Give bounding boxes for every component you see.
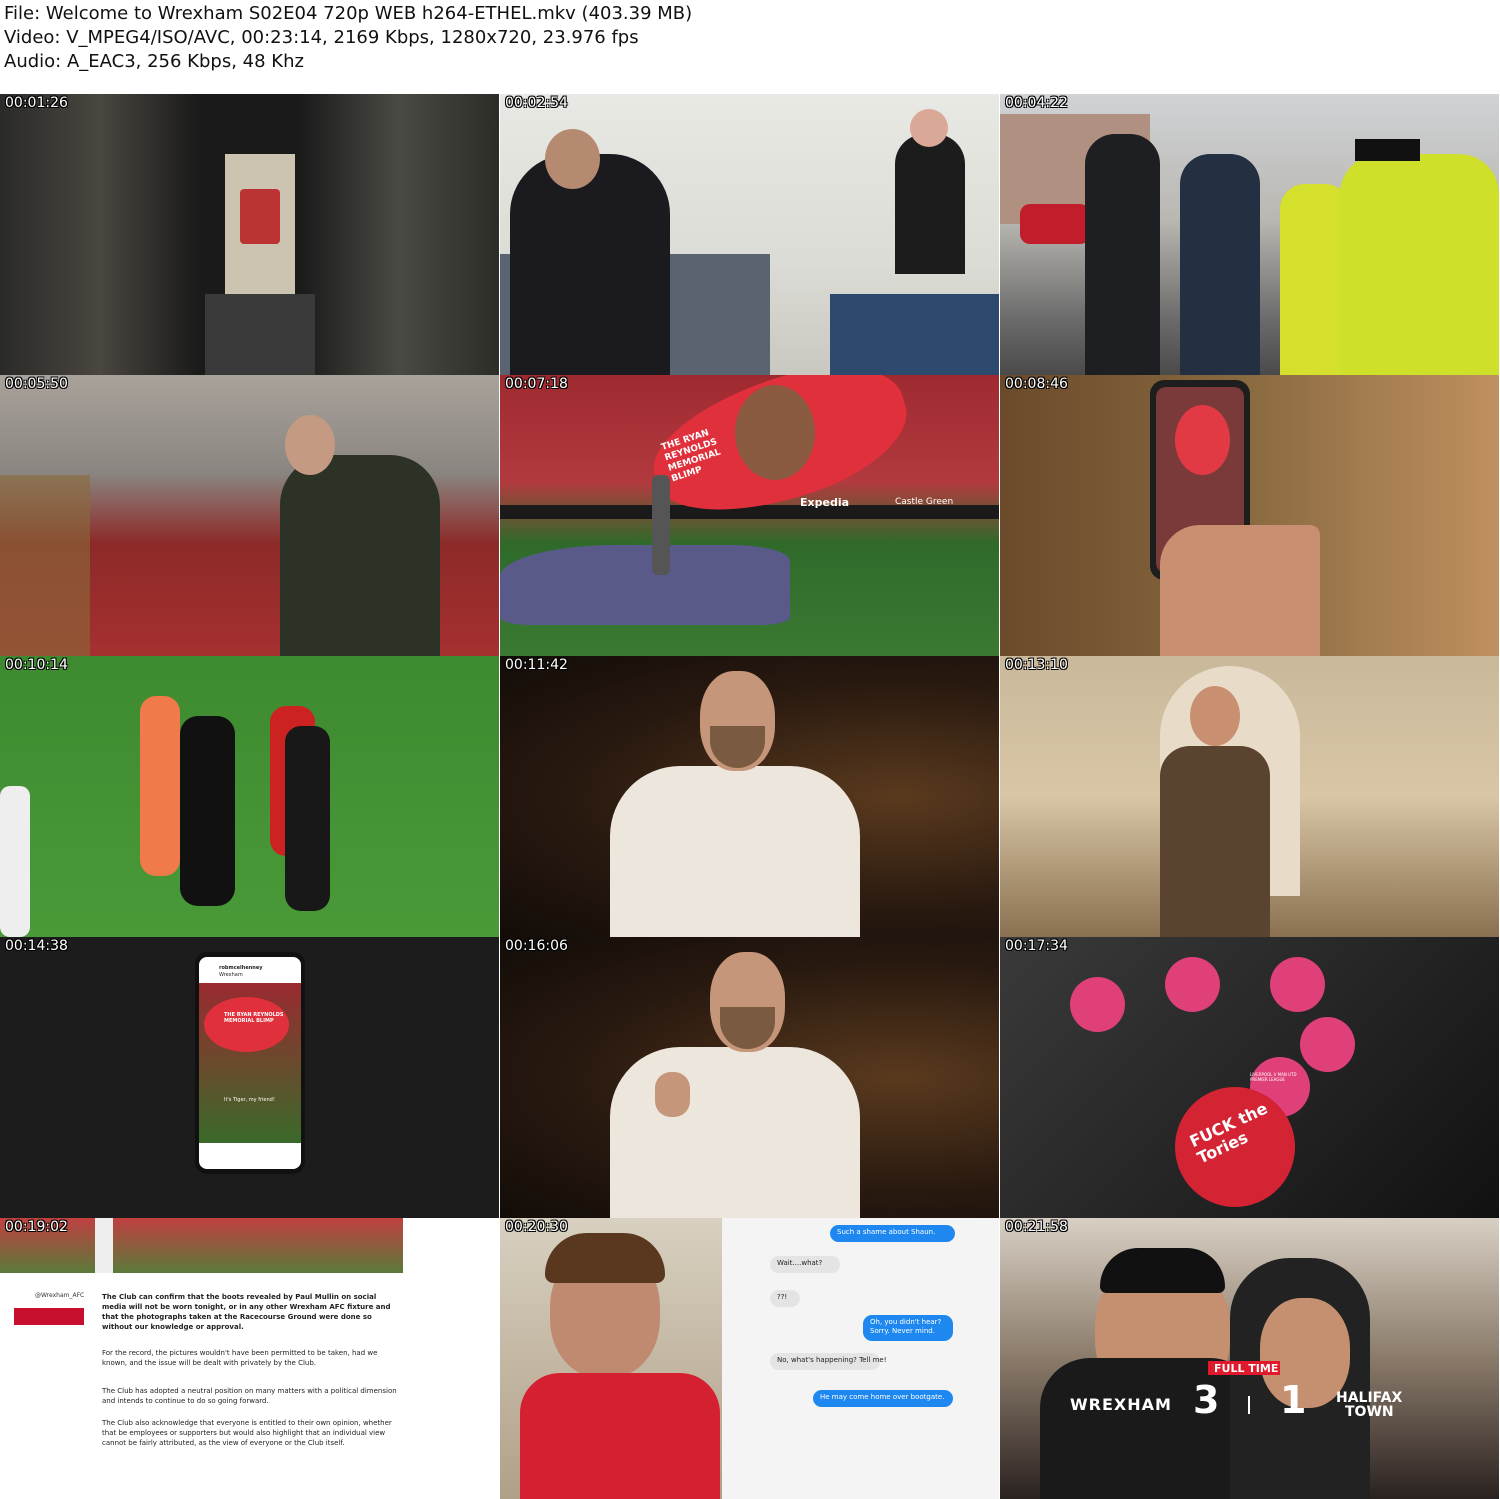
thumbnail-3[interactable]: 00:04:22 <box>1000 94 1499 375</box>
audio-line: Audio: A_EAC3, 256 Kbps, 48 Khz <box>4 51 304 72</box>
statement-para-3: The Club has adopted a neutral position … <box>102 1387 397 1405</box>
phone-in-hand-scene <box>1000 375 1499 656</box>
thumbnail-15[interactable]: FULL TIME WREXHAM 3 1 HALIFAX TOWN 00:21… <box>1000 1218 1499 1499</box>
interview-wave-scene <box>500 937 999 1218</box>
instagram-post-scene: robmcelhenney Wrexham THE RYAN REYNOLDS … <box>0 937 499 1218</box>
pin-text: LIVERPOOL V MAN UTD PREMIER LEAGUE <box>1250 1072 1297 1082</box>
thumbnail-12[interactable]: FUCK the Tories LIVERPOOL V MAN UTD PREM… <box>1000 937 1499 1218</box>
timestamp: 00:05:50 <box>5 376 68 392</box>
statement-para-4: The Club also acknowledge that everyone … <box>102 1419 392 1447</box>
post-location: Wrexham <box>219 972 243 978</box>
timestamp: 00:16:06 <box>505 938 568 954</box>
message-6: He may come home over bootgate. <box>820 1393 945 1401</box>
thumbnail-10[interactable]: robmcelhenney Wrexham THE RYAN REYNOLDS … <box>0 937 499 1218</box>
home-score: 3 <box>1193 1378 1220 1422</box>
messages-scene: Such a shame about Shaun. Wait....what? … <box>500 1218 999 1499</box>
thumbnail-9[interactable]: 00:13:10 <box>1000 656 1499 937</box>
timestamp: 00:04:22 <box>1005 95 1068 111</box>
thumbnail-5[interactable]: THE RYAN REYNOLDS MEMORIAL BLIMP Expedia… <box>500 375 999 656</box>
coin-toss-pitch-scene <box>0 656 499 937</box>
video-line: Video: V_MPEG4/ISO/AVC, 00:23:14, 2169 K… <box>4 27 639 48</box>
thumbnail-13[interactable]: @Wrexham_AFC The Club can confirm that t… <box>0 1218 499 1499</box>
thumbnail-4[interactable]: 00:05:50 <box>0 375 499 656</box>
timestamp: 00:14:38 <box>5 938 68 954</box>
full-time-label: FULL TIME <box>1214 1362 1279 1375</box>
full-time-score-scene: FULL TIME WREXHAM 3 1 HALIFAX TOWN <box>1000 1218 1499 1499</box>
phone-call-scene <box>1000 656 1499 937</box>
corridor-scene <box>0 94 499 375</box>
thumbnail-8[interactable]: 00:11:42 <box>500 656 999 937</box>
message-2: Wait....what? <box>777 1259 823 1267</box>
timestamp: 00:01:26 <box>5 95 68 111</box>
street-police-scene <box>1000 94 1499 375</box>
thumbnail-14[interactable]: Such a shame about Shaun. Wait....what? … <box>500 1218 999 1499</box>
sponsor-castle-green: Castle Green <box>895 497 954 507</box>
message-4: Oh, you didn't hear? Sorry. Never mind. <box>870 1318 942 1335</box>
timestamp: 00:21:58 <box>1005 1219 1068 1235</box>
timestamp: 00:02:54 <box>505 95 568 111</box>
post-caption: It's Tiger, my friend! <box>224 1097 275 1103</box>
thumbnail-11[interactable]: 00:16:06 <box>500 937 999 1218</box>
timestamp: 00:11:42 <box>505 657 568 673</box>
interview-scene <box>500 656 999 937</box>
message-3: ??! <box>777 1293 788 1301</box>
file-info-header: File: Welcome to Wrexham S02E04 720p WEB… <box>0 0 1500 78</box>
timestamp: 00:17:34 <box>1005 938 1068 954</box>
stadium-stand-scene <box>0 375 499 656</box>
timestamp: 00:13:10 <box>1005 657 1068 673</box>
message-1: Such a shame about Shaun. <box>837 1228 936 1236</box>
post-blimp-text: THE RYAN REYNOLDS MEMORIAL BLIMP <box>224 1012 284 1024</box>
statement-bold: The Club can confirm that the boots reve… <box>102 1293 391 1331</box>
message-5: No, what's happening? Tell me! <box>777 1356 887 1364</box>
away-score: 1 <box>1280 1378 1307 1422</box>
timestamp: 00:07:18 <box>505 376 568 392</box>
timestamp: 00:10:14 <box>5 657 68 673</box>
share-buttons[interactable] <box>14 1308 84 1325</box>
timestamp: 00:19:02 <box>5 1219 68 1235</box>
timestamp: 00:08:46 <box>1005 376 1068 392</box>
statement-para-2: For the record, the pictures wouldn't ha… <box>102 1349 378 1367</box>
thumbnail-6[interactable]: 00:08:46 <box>1000 375 1499 656</box>
club-statement-scene: @Wrexham_AFC The Club can confirm that t… <box>0 1218 499 1499</box>
file-line: File: Welcome to Wrexham S02E04 720p WEB… <box>4 3 693 24</box>
timestamp: 00:20:30 <box>505 1219 568 1235</box>
thumbnail-1[interactable]: 00:01:26 <box>0 94 499 375</box>
office-scene <box>500 94 999 375</box>
twitter-handle: @Wrexham_AFC <box>35 1292 85 1299</box>
thumbnail-grid: 00:01:26 00:02:54 00:04:22 00:05:50 THE … <box>0 78 1500 1499</box>
home-team: WREXHAM <box>1070 1395 1172 1414</box>
away-team-line-2: TOWN <box>1345 1404 1394 1420</box>
blimp-pitch-scene: THE RYAN REYNOLDS MEMORIAL BLIMP Expedia… <box>500 375 999 656</box>
badges-scene: FUCK the Tories LIVERPOOL V MAN UTD PREM… <box>1000 937 1499 1218</box>
thumbnail-7[interactable]: 00:10:14 <box>0 656 499 937</box>
thumbnail-2[interactable]: 00:02:54 <box>500 94 999 375</box>
post-handle: robmcelhenney <box>219 965 263 971</box>
sponsor-expedia: Expedia <box>800 496 850 509</box>
